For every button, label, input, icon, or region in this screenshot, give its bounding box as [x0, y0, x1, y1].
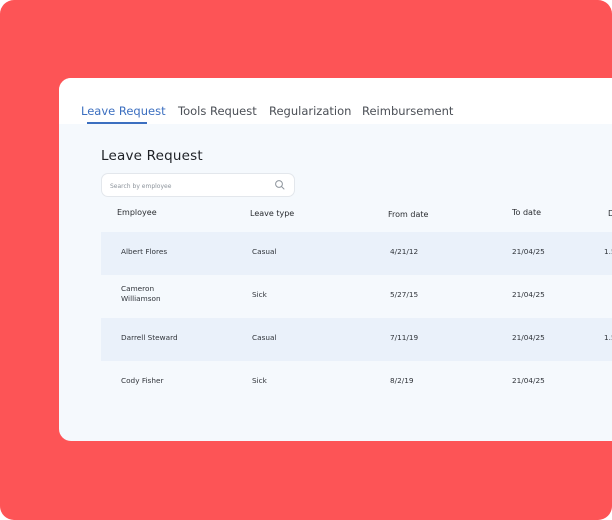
tab-tools-request[interactable]: Tools Request	[178, 104, 257, 118]
tab-reimbursement[interactable]: Reimbursement	[362, 104, 453, 118]
cell-from-date: 4/21/12	[390, 247, 419, 256]
header-from-date[interactable]: From date	[388, 210, 428, 219]
header-duration[interactable]: D	[608, 209, 612, 218]
cell-leave-type: Sick	[252, 376, 267, 385]
table-row[interactable]: Cody Fisher Sick 8/2/19 21/04/25	[101, 361, 612, 404]
cell-leave-type: Casual	[252, 333, 277, 342]
cell-from-date: 7/11/19	[390, 333, 419, 342]
header-to-date[interactable]: To date	[512, 208, 541, 217]
search-box	[101, 173, 295, 197]
tab-leave-request[interactable]: Leave Request	[81, 104, 166, 118]
page-title: Leave Request	[101, 148, 203, 164]
cell-employee: Darrell Steward	[121, 333, 178, 342]
table-row[interactable]: Albert Flores Casual 4/21/12 21/04/25 1.…	[101, 232, 612, 275]
table-row[interactable]: Cameron Williamson Sick 5/27/15 21/04/25	[101, 275, 612, 318]
cell-leave-type: Sick	[252, 290, 267, 299]
cell-to-date: 21/04/25	[512, 290, 545, 299]
search-input[interactable]	[108, 176, 272, 196]
search-icon[interactable]	[274, 179, 286, 191]
cell-to-date: 21/04/25	[512, 333, 545, 342]
header-employee[interactable]: Employee	[117, 208, 157, 217]
cell-to-date: 21/04/25	[512, 376, 545, 385]
cell-employee: Cameron Williamson	[121, 284, 161, 303]
header-leave-type[interactable]: Leave type	[250, 209, 294, 218]
tab-regularization[interactable]: Regularization	[269, 104, 351, 118]
active-tab-indicator	[87, 122, 147, 124]
cell-from-date: 8/2/19	[390, 376, 414, 385]
cell-duration: 1.5	[604, 333, 612, 342]
cell-duration: 1.5	[604, 247, 612, 256]
cell-leave-type: Casual	[252, 247, 277, 256]
cell-employee: Cody Fisher	[121, 376, 164, 385]
leave-request-card: Leave Request Tools Request Regularizati…	[59, 78, 612, 441]
cell-from-date: 5/27/15	[390, 290, 419, 299]
tab-bar: Leave Request Tools Request Regularizati…	[59, 78, 612, 124]
cell-employee: Albert Flores	[121, 247, 168, 256]
cell-to-date: 21/04/25	[512, 247, 545, 256]
table-row[interactable]: Darrell Steward Casual 7/11/19 21/04/25 …	[101, 318, 612, 361]
